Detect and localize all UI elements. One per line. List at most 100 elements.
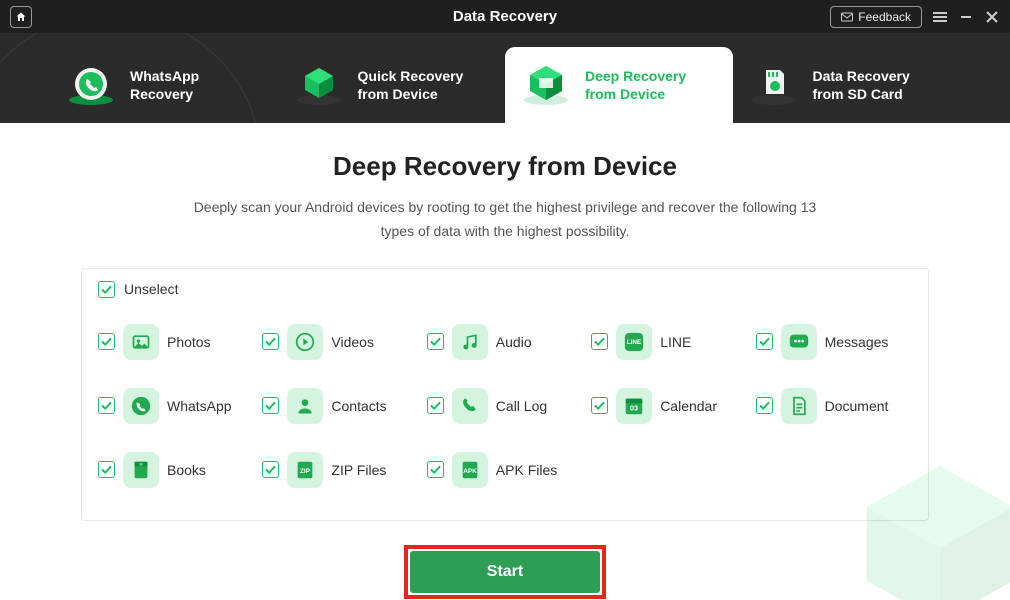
datatype-item-videos[interactable]: Videos [262,324,418,360]
quick-recovery-icon [294,63,344,107]
books-icon: W [123,452,159,488]
datatype-item-books[interactable]: W Books [98,452,254,488]
deep-recovery-icon [521,63,571,107]
check-icon [759,337,770,346]
datatype-label: LINE [660,334,691,350]
datatype-label: Calendar [660,398,717,414]
datatype-label: Call Log [496,398,547,414]
datatype-label: Contacts [331,398,386,414]
datatype-checkbox[interactable] [98,461,115,478]
messages-icon [781,324,817,360]
check-icon [430,337,441,346]
calendar-icon: 03 [616,388,652,424]
datatype-label: APK Files [496,462,557,478]
datatype-label: WhatsApp [167,398,232,414]
datatype-item-audio[interactable]: Audio [427,324,583,360]
menu-button[interactable] [932,9,948,25]
datatype-label: Books [167,462,206,478]
whatsapp-recovery-icon [66,63,116,107]
check-icon [265,465,276,474]
main-content: Deep Recovery from Device Deeply scan yo… [0,123,1010,593]
app-title: Data Recovery [453,8,557,25]
datatype-checkbox[interactable] [262,397,279,414]
datatype-label: Document [825,398,889,414]
datatype-item-contacts[interactable]: Contacts [262,388,418,424]
svg-text:LINE: LINE [627,338,642,345]
unselect-all[interactable]: Unselect [98,281,912,298]
datatype-item-line[interactable]: LINE LINE [591,324,747,360]
datatype-checkbox[interactable] [98,333,115,350]
feedback-button[interactable]: Feedback [830,6,922,28]
minimize-button[interactable] [958,9,974,25]
datatype-item-calendar[interactable]: 03 Calendar [591,388,747,424]
datatype-item-apk-files[interactable]: APK APK Files [427,452,583,488]
datatype-checkbox[interactable] [756,333,773,350]
contacts-icon [287,388,323,424]
datatype-label: Videos [331,334,374,350]
datatype-checkbox[interactable] [262,461,279,478]
datatype-label: Photos [167,334,211,350]
check-icon [101,465,112,474]
tab-quick-recovery[interactable]: Quick Recoveryfrom Device [278,47,506,123]
check-icon [101,337,112,346]
datatype-grid: Photos Videos Audio LINE LINE Messages WhatsAp… [98,304,912,512]
whatsapp-icon [123,388,159,424]
datatype-item-zip-files[interactable]: ZIP ZIP Files [262,452,418,488]
datatype-checkbox[interactable] [591,397,608,414]
photos-icon [123,324,159,360]
check-icon [430,401,441,410]
unselect-checkbox[interactable] [98,281,115,298]
datatype-item-messages[interactable]: Messages [756,324,912,360]
check-icon [594,337,605,346]
call-log-icon [452,388,488,424]
titlebar: Data Recovery Feedback [0,0,1010,33]
datatype-label: Audio [496,334,532,350]
document-icon [781,388,817,424]
check-icon [759,401,770,410]
home-button[interactable] [10,6,32,28]
check-icon [101,285,112,294]
svg-text:W: W [139,462,143,466]
feedback-label: Feedback [858,10,911,24]
close-icon [986,11,998,23]
datatype-checkbox[interactable] [427,461,444,478]
tab-deep-recovery[interactable]: Deep Recoveryfrom Device [505,47,733,123]
datatype-label: ZIP Files [331,462,386,478]
check-icon [265,337,276,346]
datatype-checkbox[interactable] [591,333,608,350]
audio-icon [452,324,488,360]
svg-text:APK: APK [463,467,477,474]
datatype-panel: Unselect Photos Videos Audio LINE LINE Messag… [81,268,929,521]
datatype-item-document[interactable]: Document [756,388,912,424]
datatype-checkbox[interactable] [427,333,444,350]
datatype-checkbox[interactable] [427,397,444,414]
home-icon [15,11,27,23]
datatype-label: Messages [825,334,889,350]
tab-whatsapp-recovery[interactable]: WhatsAppRecovery [50,47,278,123]
datatype-checkbox[interactable] [262,333,279,350]
videos-icon [287,324,323,360]
check-icon [265,401,276,410]
start-button[interactable]: Start [410,551,600,593]
page-subtitle: Deeply scan your Android devices by root… [185,196,825,244]
datatype-checkbox[interactable] [98,397,115,414]
tab-sd-card-recovery[interactable]: Data Recoveryfrom SD Card [733,47,961,123]
datatype-item-whatsapp[interactable]: WhatsApp [98,388,254,424]
menu-icon [933,11,947,23]
zip-files-icon: ZIP [287,452,323,488]
mail-icon [841,12,853,22]
svg-text:03: 03 [630,403,638,412]
check-icon [430,465,441,474]
sd-card-recovery-icon [749,63,799,107]
start-label: Start [487,563,523,581]
check-icon [101,401,112,410]
close-button[interactable] [984,9,1000,25]
datatype-checkbox[interactable] [756,397,773,414]
page-title: Deep Recovery from Device [0,151,1010,182]
datatype-item-call-log[interactable]: Call Log [427,388,583,424]
unselect-label: Unselect [124,281,178,297]
minimize-icon [960,11,972,23]
line-icon: LINE [616,324,652,360]
datatype-item-photos[interactable]: Photos [98,324,254,360]
apk-files-icon: APK [452,452,488,488]
